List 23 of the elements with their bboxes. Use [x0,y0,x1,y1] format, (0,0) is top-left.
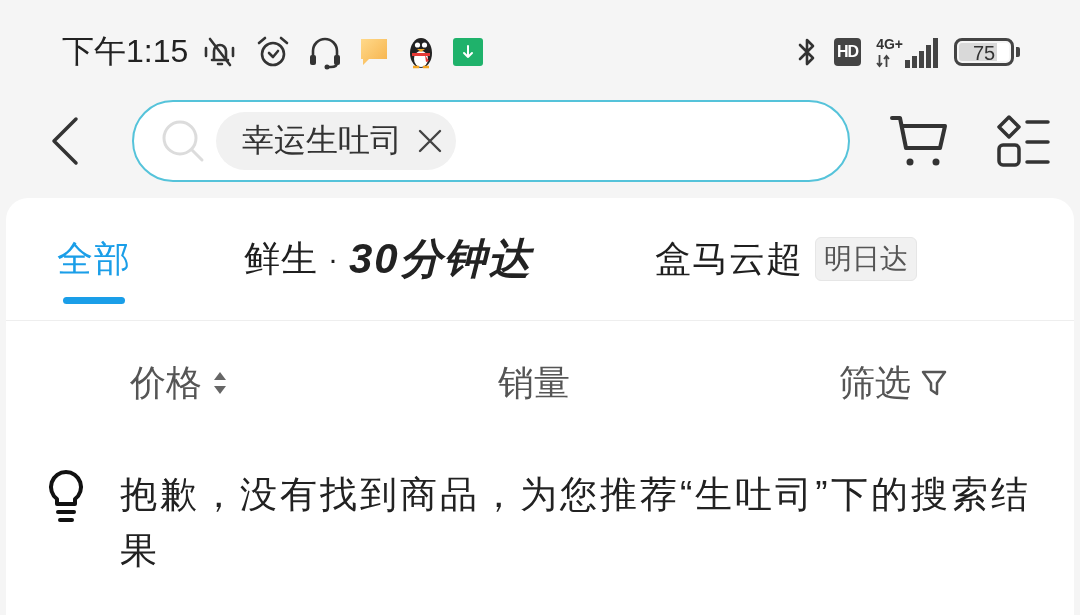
download-icon [453,38,484,66]
category-tab[interactable]: 盒马云超 明日达 [654,198,917,320]
category-menu-icon[interactable] [996,114,1050,168]
query-tag[interactable]: 幸运生吐司 [216,112,456,170]
empty-result-message: 抱歉，没有找到商品，为您推荐“生吐司”下的搜索结果 [120,473,1032,573]
filter-icon [921,369,947,397]
battery-indicator: 75 [954,38,1020,66]
close-icon[interactable] [418,129,442,153]
delivery-badge: 明日达 [814,237,917,281]
signal-icon [905,37,939,68]
search-field[interactable]: 幸运生吐司 [132,100,850,182]
cart-icon[interactable] [890,114,948,168]
category-tab[interactable]: 鲜生 · 30分钟达 [244,198,542,320]
chat-bubble-icon [359,37,390,67]
data-arrows-icon [876,53,891,68]
hd-indicator: HD [834,38,862,66]
sort-option[interactable]: 价格 [130,358,228,408]
sort-option[interactable]: 销量 [497,358,570,408]
network-type: 4G+ [876,36,903,52]
clock-time: 下午1:15 [62,32,189,71]
search-icon [160,118,206,164]
back-icon[interactable] [50,116,80,166]
sort-option[interactable]: 筛选 [839,358,947,408]
